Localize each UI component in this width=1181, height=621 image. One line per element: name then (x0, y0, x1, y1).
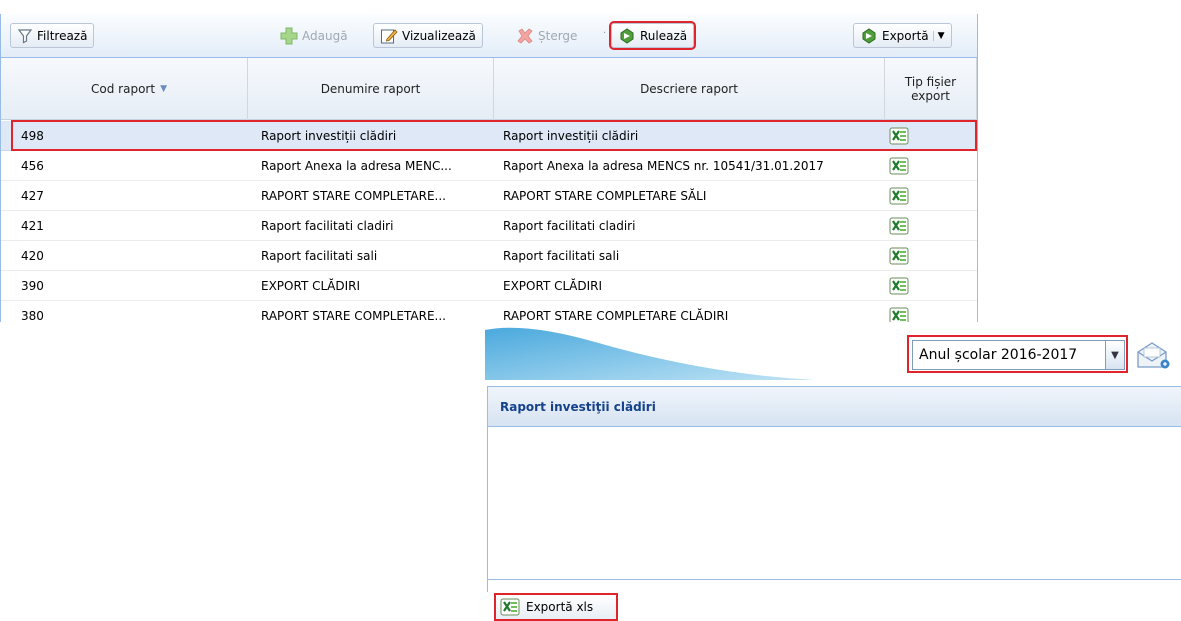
xls-icon[interactable] (889, 181, 909, 210)
export-label: Exportă (882, 28, 929, 43)
cell-cod: 498 (21, 128, 44, 143)
table-row[interactable]: 421 Raport facilitati cladiri Raport fac… (1, 211, 977, 241)
cell-denumire: Raport facilitati cladiri (261, 218, 394, 233)
xls-icon (500, 598, 520, 616)
column-header-tip-fisier[interactable]: Tip fișier export (885, 58, 977, 120)
delete-label: Șterge (538, 28, 578, 43)
cell-descriere: Raport facilitati sali (503, 248, 620, 263)
view-button[interactable]: Vizualizează (373, 23, 483, 48)
decorative-swoosh (485, 327, 845, 388)
report-panel: Raport investiţii clădiri Exportă xls (487, 386, 1181, 621)
table-row[interactable]: 390 EXPORT CLĂDIRI EXPORT CLĂDIRI (1, 271, 977, 301)
add-icon (280, 27, 298, 44)
sort-descending-icon: ▼ (160, 84, 167, 94)
run-label: Rulează (640, 28, 688, 43)
cell-denumire: EXPORT CLĂDIRI (261, 278, 361, 293)
run-button[interactable]: Rulează (608, 21, 697, 50)
xls-icon[interactable] (889, 241, 909, 270)
school-year-value: Anul școlar 2016-2017 (919, 347, 1078, 363)
filter-icon (17, 28, 33, 43)
run-icon (620, 27, 634, 44)
cell-denumire: RAPORT STARE COMPLETARE... (261, 308, 446, 323)
cell-cod: 380 (21, 308, 44, 323)
add-label: Adaugă (302, 28, 348, 43)
xls-icon[interactable] (889, 211, 909, 240)
cell-cod: 390 (21, 278, 44, 293)
report-panel-body (488, 427, 1181, 580)
column-header-cod[interactable]: Cod raport ▼ (11, 58, 248, 120)
delete-button[interactable]: Șterge (509, 23, 584, 48)
view-label: Vizualizează (402, 28, 476, 43)
xls-icon[interactable] (889, 121, 909, 150)
mail-icon[interactable] (1136, 340, 1170, 370)
cell-denumire: Raport Anexa la adresa MENC... (261, 158, 452, 173)
filter-label: Filtrează (37, 28, 88, 43)
cell-denumire: RAPORT STARE COMPLETARE... (261, 188, 446, 203)
cell-cod: 427 (21, 188, 44, 203)
cell-cod: 420 (21, 248, 44, 263)
cell-descriere: Raport Anexa la adresa MENCS nr. 10541/3… (503, 158, 824, 173)
grid-header: Cod raport ▼ Denumire raport Descriere ra… (1, 58, 977, 120)
add-button[interactable]: Adaugă (273, 23, 355, 48)
xls-icon[interactable] (889, 151, 909, 180)
table-row[interactable]: 498 Raport investiții clădiri Raport inv… (1, 121, 977, 151)
school-year-select[interactable]: Anul școlar 2016-2017 ▼ (907, 335, 1128, 373)
table-row[interactable]: 427 RAPORT STARE COMPLETARE... RAPORT ST… (1, 181, 977, 211)
table-row[interactable]: 380 RAPORT STARE COMPLETARE... RAPORT ST… (1, 301, 977, 322)
cell-cod: 456 (21, 158, 44, 173)
reports-grid-panel: Filtrează Adaugă Vizualizează Șterge · R… (0, 14, 978, 322)
cell-descriere: EXPORT CLĂDIRI (503, 278, 603, 293)
cell-denumire: Raport facilitati sali (261, 248, 378, 263)
export-icon (862, 27, 876, 44)
export-xls-label: Exportă xls (526, 600, 594, 614)
delete-icon (517, 27, 533, 44)
cell-descriere: RAPORT STARE COMPLETARE CLĂDIRI (503, 308, 729, 323)
table-row[interactable]: 420 Raport facilitati sali Raport facili… (1, 241, 977, 271)
column-header-descriere[interactable]: Descriere raport (494, 58, 885, 120)
grid-toolbar: Filtrează Adaugă Vizualizează Șterge · R… (1, 14, 977, 58)
xls-icon[interactable] (889, 301, 909, 322)
table-row[interactable]: 456 Raport Anexa la adresa MENC... Rapor… (1, 151, 977, 181)
report-panel-title: Raport investiţii clădiri (488, 387, 1181, 427)
cell-descriere: RAPORT STARE COMPLETARE SĂLI (503, 188, 707, 203)
chevron-down-icon[interactable]: ▼ (932, 30, 949, 41)
cell-descriere: Raport facilitati cladiri (503, 218, 636, 233)
view-icon (381, 28, 398, 43)
toolbar-separator: · (603, 28, 607, 39)
dropdown-arrow-icon[interactable]: ▼ (1105, 341, 1124, 369)
cell-denumire: Raport investiții clădiri (261, 128, 397, 143)
cell-cod: 421 (21, 218, 44, 233)
column-header-denumire[interactable]: Denumire raport (248, 58, 494, 120)
xls-icon[interactable] (889, 271, 909, 300)
cell-descriere: Raport investiții clădiri (503, 128, 639, 143)
export-button[interactable]: Exportă ▼ (853, 23, 952, 48)
filter-button[interactable]: Filtrează (10, 23, 95, 48)
export-xls-button[interactable]: Exportă xls (494, 593, 618, 621)
